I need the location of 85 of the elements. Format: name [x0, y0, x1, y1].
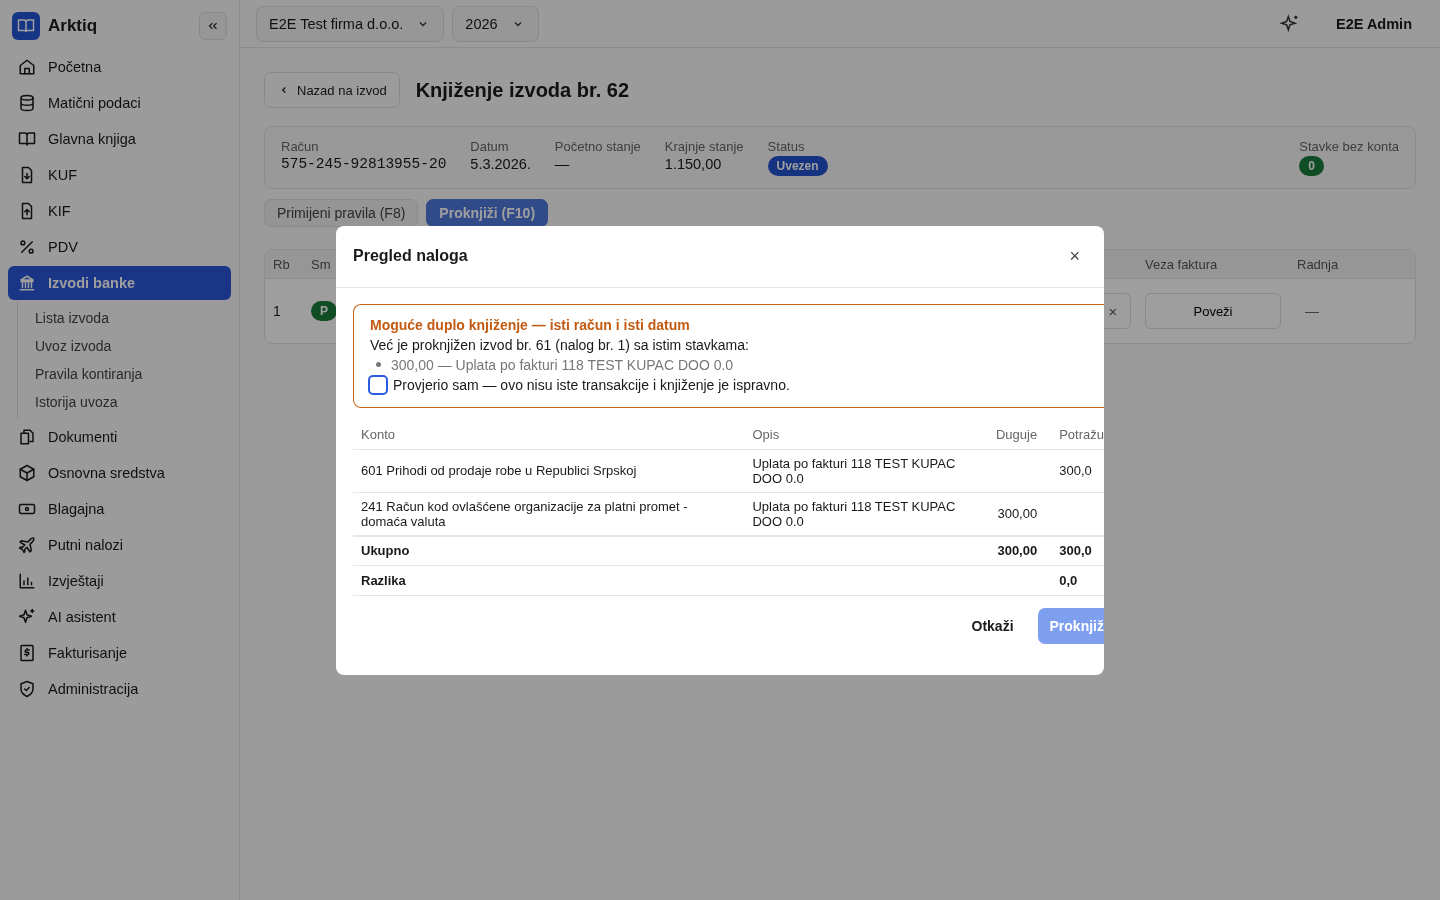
close-button[interactable]: ×: [1065, 245, 1084, 267]
shield-icon: [18, 680, 36, 698]
sidebar-item[interactable]: Fakturisanje: [8, 636, 231, 670]
column-header: Konto: [353, 419, 745, 449]
sparkle-icon: [18, 608, 36, 626]
column-header: Veza faktura: [1145, 256, 1218, 272]
database-icon: [18, 94, 36, 112]
sidebar-subitem[interactable]: Uvoz izvoda: [35, 332, 231, 360]
plane-icon: [18, 536, 36, 554]
table-cell: Uplata po fakturi 118 TEST KUPAC DOO 0.0: [744, 449, 985, 492]
total-label: Razlika: [353, 565, 745, 596]
summary-value: 575-245-92813955-20: [281, 156, 447, 172]
column-header: Potražu: [1045, 419, 1104, 449]
page-title: Knjiženje izvoda br. 62: [415, 78, 630, 102]
chart-icon: [18, 572, 36, 590]
sidebar-subitem[interactable]: Pravila kontiranja: [35, 360, 231, 388]
percent-icon: [18, 238, 36, 256]
logo-icon: [12, 12, 40, 40]
sidebar-item[interactable]: Glavna knjiga: [8, 122, 231, 156]
column-header: Opis: [744, 419, 985, 449]
sidebar-item[interactable]: Izvještaji: [8, 564, 231, 598]
year-select[interactable]: 2026: [452, 5, 539, 42]
summary-label: Status: [767, 139, 805, 154]
sidebar-item[interactable]: KUF: [8, 158, 231, 192]
sidebar-item[interactable]: Putni nalozi: [8, 528, 231, 562]
summary-value: —: [554, 156, 570, 172]
summary-label: Račun: [281, 139, 319, 154]
total-value: 300,00: [984, 535, 1046, 566]
collapse-sidebar-button[interactable]: [199, 12, 227, 40]
sparkle-icon[interactable]: [1280, 13, 1300, 34]
warning-text: Već je proknjižen izvod br. 61 (nalog br. 1) sa istim stavkama:: [370, 336, 750, 353]
summary-value: 5.3.2026.: [470, 156, 531, 172]
sidebar-item[interactable]: AI asistent: [8, 600, 231, 634]
sidebar-item[interactable]: Osnovna sredstva: [8, 456, 231, 490]
total-value: 0,0: [1045, 565, 1104, 596]
checkbox-label[interactable]: Provjerio sam — ovo nisu iste transakcije i knjiženje je ispravno.: [393, 376, 790, 393]
action-button[interactable]: Primijeni pravila (F8): [264, 199, 419, 227]
sidebar-item[interactable]: Izvodi banke: [8, 266, 231, 300]
company-select[interactable]: E2E Test firma d.o.o.: [256, 5, 445, 42]
files-icon: [18, 428, 36, 446]
sidebar-item[interactable]: Administracija: [8, 672, 231, 706]
sidebar-item[interactable]: Matični podaci: [8, 86, 231, 120]
column-header: Sm: [311, 256, 331, 272]
sidebar-subitem[interactable]: Lista izvoda: [35, 304, 231, 332]
warning-item: 300,00 — Uplata po fakturi 118 TEST KUPAC DOO 0.0: [391, 356, 734, 373]
sidebar-item[interactable]: KIF: [8, 194, 231, 228]
user-name[interactable]: E2E Admin: [1336, 15, 1412, 32]
checkbox[interactable]: [368, 374, 388, 395]
bank-icon: [18, 274, 36, 292]
table-cell: Uplata po fakturi 118 TEST KUPAC DOO 0.0: [744, 492, 985, 536]
invoice-icon: [18, 644, 36, 662]
table-cell: 241 Račun kod ovlašćene organizacije za platni promet - domaća valuta: [353, 492, 745, 536]
table-cell: 300,0: [1045, 449, 1104, 492]
table-cell: 1: [273, 303, 281, 319]
summary-label: Početno stanje: [554, 139, 641, 154]
sidebar-item[interactable]: Blagajna: [8, 492, 231, 526]
total-value: 300,0: [1045, 535, 1104, 566]
column-header: Rb: [273, 256, 290, 272]
column-header: Radnja: [1297, 256, 1339, 272]
table-cell-text: —: [1304, 303, 1319, 319]
link-button[interactable]: Poveži: [1145, 293, 1281, 329]
table-cell: 300,00: [984, 492, 1046, 536]
home-icon: [18, 58, 36, 76]
summary-label: Datum: [470, 139, 509, 154]
warning-title: Moguće duplo knjiženje — isti račun i isti datum: [370, 316, 691, 333]
sidebar-item[interactable]: PDV: [8, 230, 231, 264]
dialog-button[interactable]: Otkaži: [959, 608, 1026, 644]
type-badge: P: [311, 301, 337, 321]
dialog-title: Pregled naloga: [353, 247, 468, 265]
summary-label: Krajnje stanje: [664, 139, 744, 154]
column-header: Duguje: [984, 419, 1046, 449]
app-name: Arktiq: [48, 16, 99, 36]
summary-label: Stavke bez konta: [1299, 139, 1399, 154]
total-label: Ukupno: [353, 535, 745, 566]
book-icon: [18, 130, 36, 148]
sidebar-item[interactable]: Dokumenti: [8, 420, 231, 454]
package-icon: [18, 464, 36, 482]
table-cell: 601 Prihodi od prodaje robe u Republici Srpskoj: [353, 449, 745, 492]
back-button[interactable]: Nazad na izvod: [264, 72, 400, 108]
sidebar-item[interactable]: Početna: [8, 50, 231, 84]
sidebar-subitem[interactable]: Istorija uvoza: [35, 388, 231, 416]
summary-value: 1.150,00: [664, 156, 722, 172]
status-badge: Uvezen: [767, 156, 828, 176]
count-badge: 0: [1299, 156, 1324, 176]
bullet-icon: [376, 362, 381, 367]
